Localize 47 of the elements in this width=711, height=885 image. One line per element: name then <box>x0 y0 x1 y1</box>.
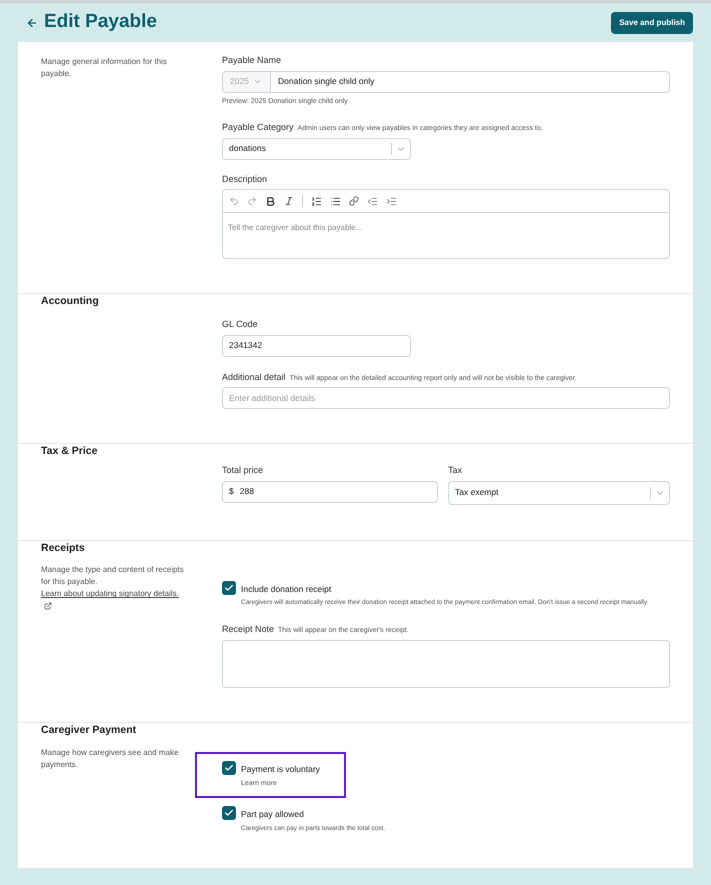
outdent-icon[interactable] <box>367 196 378 206</box>
description-editor[interactable]: Tell the caregiver about this payable... <box>222 189 670 259</box>
field-label: Description <box>222 172 268 186</box>
save-and-publish-button[interactable]: Save and publish <box>611 12 693 34</box>
checkmark-icon <box>224 808 234 818</box>
gl-code-field[interactable]: 2341342 <box>222 334 411 356</box>
checkbox-label: Part pay allowed <box>241 808 305 821</box>
field-label: Total price <box>222 464 264 477</box>
checkbox-label: Include donation receipt <box>241 582 332 596</box>
field-label: Payable Name <box>222 54 282 67</box>
indent-icon[interactable] <box>386 196 397 206</box>
chevron-down-icon <box>252 77 262 86</box>
section-description: Manage general information for this payable. <box>41 56 168 80</box>
checkmark-icon <box>224 582 234 592</box>
signatory-details-link[interactable]: Learn about updating signatory details. <box>41 589 179 598</box>
receipt-note-field[interactable] <box>222 640 670 688</box>
section-title: Accounting <box>41 294 100 309</box>
tax-select[interactable]: Tax exempt <box>448 480 670 504</box>
section-title: Tax & Price <box>41 444 98 459</box>
checkbox[interactable] <box>222 760 236 775</box>
category-select[interactable]: donations <box>222 138 411 160</box>
payable-name-field[interactable]: 2025 Donation single child only <box>222 70 670 92</box>
link-icon[interactable] <box>349 196 359 206</box>
italic-icon[interactable] <box>284 196 294 206</box>
field-label: Payable Category <box>222 121 294 134</box>
additional-detail-field[interactable]: Enter additional details <box>222 387 670 409</box>
bullet-list-icon[interactable] <box>330 196 341 206</box>
checkbox-label: Payment is voluntary <box>241 762 320 776</box>
description-placeholder: Tell the caregiver about this payable... <box>227 222 364 234</box>
payable-name-value: Donation single child only <box>277 75 376 88</box>
section-title: Receipts <box>41 540 86 556</box>
checkbox[interactable] <box>222 580 236 594</box>
back-arrow-icon[interactable] <box>26 16 38 28</box>
checkmark-icon <box>224 762 234 773</box>
external-link-icon <box>44 602 52 610</box>
bold-icon[interactable] <box>265 196 276 206</box>
checkbox[interactable] <box>222 806 236 820</box>
field-label: Tax <box>448 464 464 477</box>
field-label: Additional detail <box>222 370 286 384</box>
section-description: Manage how caregivers see and make payments. <box>41 746 180 770</box>
field-label: Receipt Note <box>222 623 274 636</box>
section-description: Manage the type and content of receipts for this payable. Learn about updating signatory details. <box>41 562 186 612</box>
total-price-field[interactable]: $ 288 <box>222 480 438 502</box>
section-title: Caregiver Payment <box>41 722 138 738</box>
page-title: Edit Payable <box>44 10 157 34</box>
numbered-list-icon[interactable] <box>311 196 322 206</box>
field-label: GL Code <box>222 318 259 331</box>
